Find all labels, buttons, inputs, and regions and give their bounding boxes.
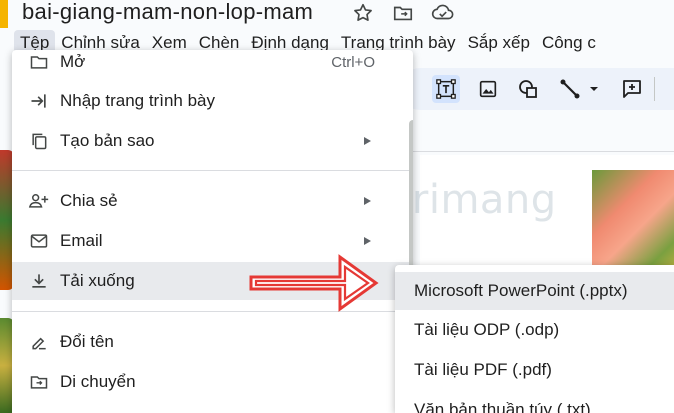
menu-divider xyxy=(12,170,413,171)
move-to-folder-icon[interactable] xyxy=(390,0,416,26)
annotation-arrow-icon xyxy=(249,254,379,312)
menu-item-share[interactable]: Chia sẻ xyxy=(12,182,413,220)
download-pdf[interactable]: Tài liệu PDF (.pdf) xyxy=(395,351,674,389)
submenu-item-label: Văn bản thuần túy (.txt) xyxy=(414,400,591,413)
menu-item-label: Mở xyxy=(60,52,86,71)
cloud-saved-icon[interactable] xyxy=(430,0,456,26)
menu-item-label: Chia sẻ xyxy=(60,191,118,210)
submenu-item-label: Microsoft PowerPoint (.pptx) xyxy=(414,281,628,300)
star-icon[interactable] xyxy=(350,0,376,26)
rename-icon xyxy=(27,330,51,354)
menu-item-label: Email xyxy=(60,231,103,250)
folder-open-icon xyxy=(27,50,51,74)
move-icon xyxy=(27,370,51,394)
slides-logo-icon[interactable] xyxy=(0,0,8,28)
shapes-icon[interactable] xyxy=(514,75,542,103)
title-actions xyxy=(350,0,456,26)
submenu-arrow-icon xyxy=(364,237,371,245)
menu-item-make-copy[interactable]: Tạo bản sao xyxy=(12,122,413,160)
download-submenu: Microsoft PowerPoint (.pptx) Tài liệu OD… xyxy=(395,265,674,413)
menu-arrange[interactable]: Sắp xếp xyxy=(462,30,536,56)
email-icon xyxy=(27,229,51,253)
menu-item-label: Nhập trang trình bày xyxy=(60,91,215,110)
menu-item-label: Tạo bản sao xyxy=(60,131,155,150)
download-icon xyxy=(27,269,51,293)
image-icon[interactable] xyxy=(474,75,502,103)
file-menu: Mở Ctrl+O Nhập trang trình bày Tạo bản s… xyxy=(12,50,413,413)
menu-item-label: Di chuyển xyxy=(60,372,136,391)
submenu-item-label: Tài liệu PDF (.pdf) xyxy=(414,360,552,379)
copy-icon xyxy=(27,129,51,153)
document-title[interactable]: bai-giang-mam-non-lop-mam xyxy=(22,0,313,25)
download-txt[interactable]: Văn bản thuần túy (.txt) xyxy=(395,391,674,413)
text-box-icon[interactable] xyxy=(432,75,460,103)
horizontal-ruler xyxy=(402,138,674,152)
toolbar xyxy=(400,68,674,110)
submenu-item-label: Tài liệu ODP (.odp) xyxy=(414,320,560,339)
menu-tools[interactable]: Công c xyxy=(536,30,602,56)
comment-add-icon[interactable] xyxy=(618,75,646,103)
download-odp[interactable]: Tài liệu ODP (.odp) xyxy=(395,311,674,349)
menu-item-shortcut: Ctrl+O xyxy=(331,53,375,71)
menu-item-import-slides[interactable]: Nhập trang trình bày xyxy=(12,82,413,120)
menu-item-label: Tải xuống xyxy=(60,271,135,290)
menu-item-open[interactable]: Mở Ctrl+O xyxy=(12,50,413,81)
submenu-arrow-icon xyxy=(364,137,371,145)
line-icon[interactable] xyxy=(556,75,584,103)
download-pptx[interactable]: Microsoft PowerPoint (.pptx) xyxy=(395,272,674,310)
submenu-arrow-icon xyxy=(364,197,371,205)
slide-flower-image[interactable] xyxy=(592,170,674,280)
line-dropdown-icon[interactable] xyxy=(586,75,602,103)
menu-item-move[interactable]: Di chuyển xyxy=(12,363,413,401)
menu-scrollbar[interactable] xyxy=(409,120,413,270)
menu-item-rename[interactable]: Đổi tên xyxy=(12,323,413,361)
menu-item-label: Đổi tên xyxy=(60,332,114,351)
share-icon xyxy=(27,189,51,213)
toolbar-divider xyxy=(654,77,655,101)
import-icon xyxy=(27,89,51,113)
